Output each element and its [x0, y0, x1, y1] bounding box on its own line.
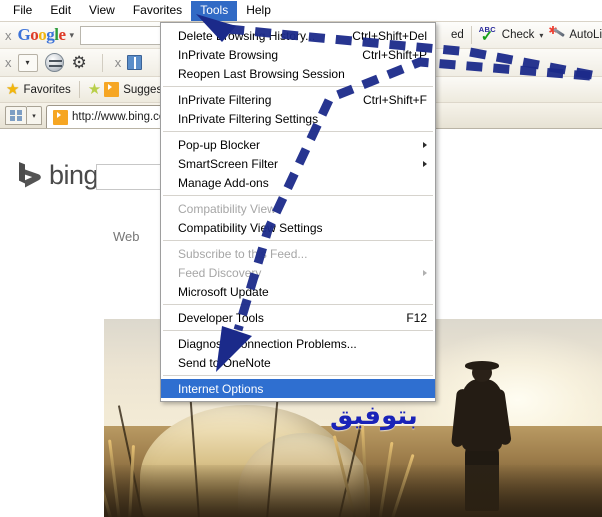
- toolbar-divider: [470, 26, 472, 44]
- menu-separator: [163, 86, 433, 87]
- menu-item-manage-add-ons[interactable]: Manage Add-ons: [161, 173, 435, 192]
- menu-item-label: SmartScreen Filter: [178, 156, 279, 171]
- book-icon[interactable]: [127, 55, 143, 70]
- menu-item-inprivate-filtering[interactable]: InPrivate Filtering Ctrl+Shift+F: [161, 90, 435, 109]
- grid-glyph: [10, 109, 22, 122]
- menubar-item-view[interactable]: View: [80, 1, 124, 21]
- menu-item-label: Reopen Last Browsing Session: [178, 66, 345, 81]
- truncated-toolbar-label: ed: [450, 29, 464, 41]
- menubar-item-tools[interactable]: Tools: [191, 0, 238, 21]
- submenu-chevron-right-icon: [423, 141, 427, 148]
- favorites-divider: [78, 81, 80, 98]
- menu-item-feed-discovery: Feed Discovery: [161, 263, 435, 282]
- menu-item-shortcut: Ctrl+Shift+F: [362, 92, 427, 107]
- toolbar2-chevron-down-icon[interactable]: ▾: [17, 53, 38, 72]
- tools-dropdown-menu: Delete Browsing History... Ctrl+Shift+Del…: [160, 22, 436, 402]
- person-hat: [465, 361, 499, 370]
- bing-wordmark: bing: [49, 160, 99, 190]
- arabic-watermark-text: بتوفيق: [330, 401, 418, 431]
- menubar-item-help[interactable]: Help: [237, 1, 280, 21]
- gear-icon[interactable]: ⚙: [72, 54, 87, 71]
- menu-item-label: Developer Tools: [178, 310, 264, 325]
- browser-window: File Edit View Favorites Tools Help x Google …: [0, 0, 602, 517]
- google-logo: Google: [17, 25, 67, 44]
- toolbar2-divider: [101, 53, 103, 72]
- menu-item-label: InPrivate Filtering Settings: [178, 111, 319, 126]
- menu-item-send-to-onenote[interactable]: Send to OneNote: [161, 353, 435, 372]
- bing-favicon: [104, 82, 120, 97]
- smiley-face-icon[interactable]: [44, 53, 64, 72]
- menu-item-compatibility-view: Compatibility View: [161, 199, 435, 218]
- menu-item-shortcut: Ctrl+Shift+Del: [352, 28, 427, 43]
- tab-bing-favicon: [53, 109, 68, 125]
- menu-item-label: Manage Add-ons: [178, 175, 269, 190]
- menu-item-diagnose-connection-problems[interactable]: Diagnose Connection Problems...: [161, 334, 435, 353]
- menu-item-label: Subscribe to this Feed...: [178, 246, 308, 261]
- menu-separator: [163, 330, 433, 331]
- toolbar2-second-close-icon[interactable]: x: [110, 55, 128, 70]
- menu-item-label: Diagnose Connection Problems...: [178, 336, 357, 351]
- submenu-chevron-right-icon: [423, 160, 427, 167]
- web-scope-link[interactable]: Web: [113, 229, 140, 244]
- menu-item-label: Compatibility View: [178, 201, 276, 216]
- menu-item-label: Microsoft Update: [178, 284, 269, 299]
- menu-item-compatibility-view-settings[interactable]: Compatibility View Settings: [161, 218, 435, 237]
- spellcheck-check-mark: ✓: [480, 28, 494, 45]
- favorites-button-label[interactable]: Favorites: [23, 84, 70, 96]
- menu-item-delete-browsing-history[interactable]: Delete Browsing History... Ctrl+Shift+Del: [161, 26, 435, 45]
- menu-item-label: Send to OneNote: [178, 355, 271, 370]
- toolbar2-close-icon[interactable]: x: [0, 55, 18, 70]
- menu-item-label: Feed Discovery: [178, 265, 262, 280]
- menu-item-microsoft-update[interactable]: Microsoft Update: [161, 282, 435, 301]
- autolink-wand-icon: ✱: [548, 26, 566, 43]
- bing-mark-icon: [18, 161, 42, 191]
- check-button-label[interactable]: Check: [498, 29, 535, 41]
- menu-item-shortcut: Ctrl+Shift+P: [362, 47, 427, 62]
- menu-bar: File Edit View Favorites Tools Help: [0, 0, 602, 22]
- chevron-down-icon[interactable]: ▾: [68, 30, 81, 41]
- person-body: [462, 379, 502, 451]
- suggested-sites-label[interactable]: Sugges: [123, 84, 162, 96]
- menu-item-label: Internet Options: [178, 381, 264, 396]
- menu-item-inprivate-browsing[interactable]: InPrivate Browsing Ctrl+Shift+P: [161, 45, 435, 64]
- menu-item-pop-up-blocker[interactable]: Pop-up Blocker: [161, 135, 435, 154]
- menu-item-shortcut: F12: [406, 310, 427, 325]
- add-to-favorites-icon[interactable]: ★: [88, 82, 101, 97]
- menu-item-subscribe-to-this-feed: Subscribe to this Feed...: [161, 244, 435, 263]
- autolink-button-label[interactable]: AutoLi: [565, 29, 602, 41]
- menu-separator: [163, 304, 433, 305]
- menu-item-internet-options[interactable]: Internet Options: [161, 379, 435, 398]
- bing-logo[interactable]: bing: [18, 160, 99, 191]
- menu-separator: [163, 131, 433, 132]
- spellcheck-icon: ABC ✓: [479, 25, 498, 45]
- menu-item-inprivate-filtering-settings[interactable]: InPrivate Filtering Settings: [161, 109, 435, 128]
- menu-separator: [163, 240, 433, 241]
- menu-item-label: Delete Browsing History...: [178, 28, 316, 43]
- menu-separator: [163, 375, 433, 376]
- menubar-item-file[interactable]: File: [4, 1, 41, 21]
- menu-separator: [163, 195, 433, 196]
- menu-item-smartscreen-filter[interactable]: SmartScreen Filter: [161, 154, 435, 173]
- menu-item-developer-tools[interactable]: Developer Tools F12: [161, 308, 435, 327]
- menu-item-label: Pop-up Blocker: [178, 137, 261, 152]
- menubar-item-favorites[interactable]: Favorites: [124, 1, 191, 21]
- menu-item-label: InPrivate Browsing: [178, 47, 279, 62]
- check-chevron-down-icon[interactable]: ▾: [534, 31, 548, 40]
- menu-item-label: Compatibility View Settings: [178, 220, 323, 235]
- submenu-chevron-right-icon: [423, 269, 427, 276]
- menu-item-reopen-last-browsing-session[interactable]: Reopen Last Browsing Session: [161, 64, 435, 83]
- menu-item-label: InPrivate Filtering: [178, 92, 272, 107]
- toolbar-close-icon[interactable]: x: [0, 28, 18, 43]
- star-icon: ★: [6, 81, 20, 98]
- tab-list-chevron-down-icon[interactable]: ▾: [27, 106, 42, 125]
- menubar-item-edit[interactable]: Edit: [41, 1, 80, 21]
- quick-tabs-icon[interactable]: [5, 106, 27, 125]
